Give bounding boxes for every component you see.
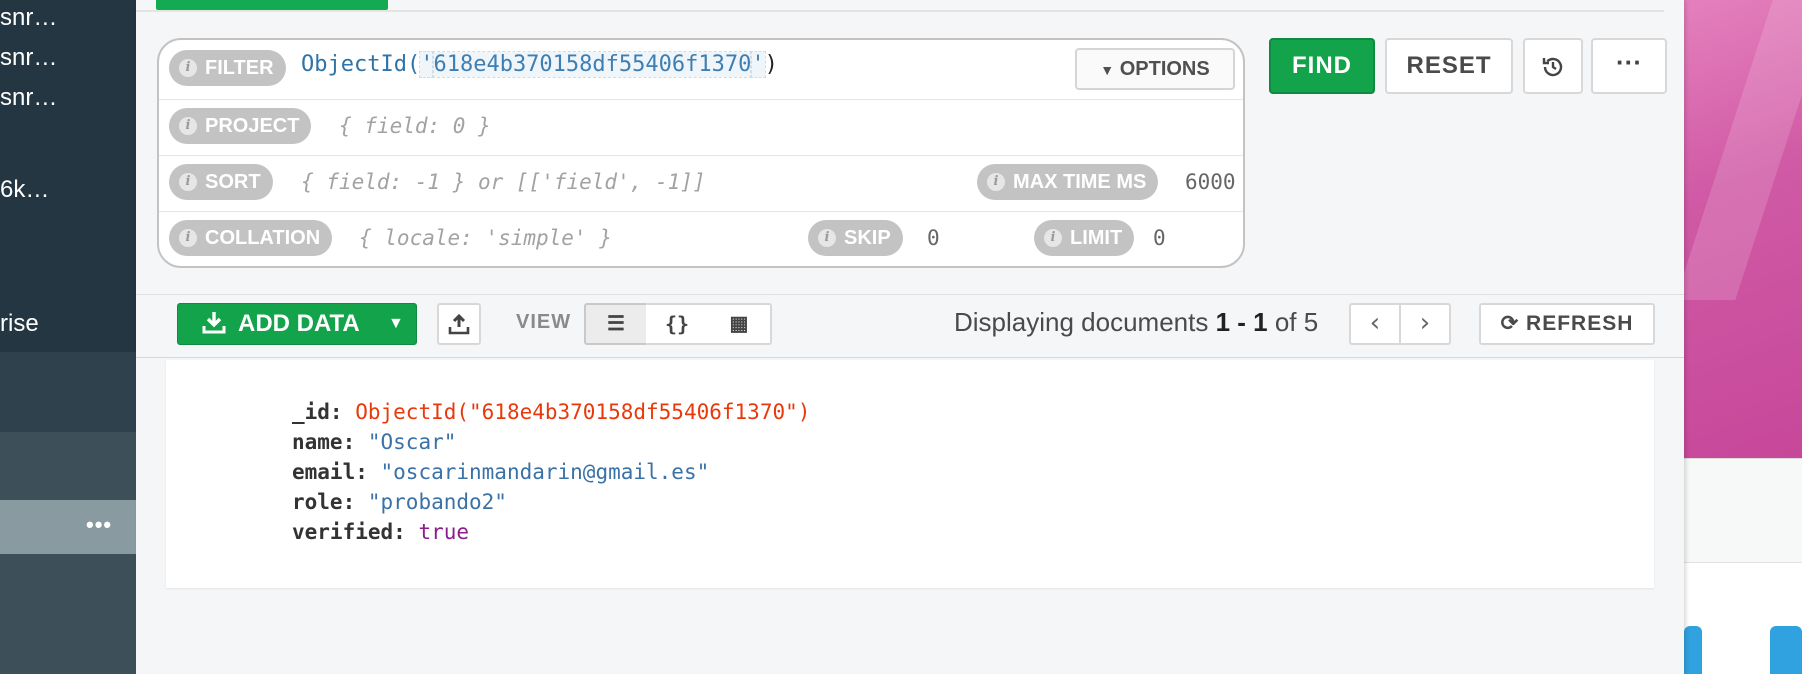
info-icon[interactable]: i [818,229,836,247]
import-button[interactable] [437,303,481,345]
background-tab [1770,626,1802,674]
chevron-right-icon: › [1419,308,1431,338]
filter-label: i FILTER [169,50,286,86]
table-icon: ▦ [729,313,749,335]
project-row: i PROJECT { field: 0 } [159,100,1243,156]
braces-icon: {} [664,312,690,336]
sidebar-item[interactable]: 6k… [0,176,49,204]
filter-input[interactable]: ObjectId('618e4b370158df55406f1370') [301,51,778,78]
json-view-button[interactable]: {} [646,303,710,345]
skip-input[interactable]: 0 [927,226,940,250]
sidebar-item[interactable]: rise [0,310,39,338]
sidebar-item[interactable]: snr… [0,4,57,32]
pagination-status: Displaying documents 1 - 1 of 5 [954,307,1319,337]
background-tab [1684,626,1702,674]
info-icon[interactable]: i [179,229,197,247]
sort-row: i SORT { field: -1 } or [['field', -1]] … [159,156,1243,212]
download-icon [202,304,226,349]
table-view-button[interactable]: ▦ [708,303,772,345]
list-icon: ☰ [607,313,625,335]
max-time-ms-label: i MAX TIME MS [977,164,1159,200]
active-tab-indicator [156,0,388,10]
query-bar: i FILTER ObjectId('618e4b370158df55406f1… [157,38,1245,268]
add-data-button[interactable]: ADD DATA ▼ [177,303,417,345]
document-field: _id: ObjectId("618e4b370158df55406f1370"… [292,400,811,424]
reset-button[interactable]: RESET [1385,38,1513,94]
options-button[interactable]: ▼ OPTIONS [1075,48,1235,90]
sidebar-section [0,352,136,432]
info-icon[interactable]: i [1044,229,1062,247]
collation-label: i COLLATION [169,220,333,256]
info-icon[interactable]: i [179,173,197,191]
upload-icon [448,313,470,335]
sidebar-item[interactable]: snr… [0,84,57,112]
document-field: verified: true [292,520,470,544]
background-panel [1684,458,1802,562]
limit-label: i LIMIT [1034,220,1135,256]
skip-label: i SKIP [808,220,903,256]
project-input[interactable]: { field: 0 } [339,114,491,138]
document-field: email: "oscarinmandarin@gmail.es" [292,460,710,484]
info-icon[interactable]: i [987,173,1005,191]
previous-page-button[interactable]: ‹ [1349,303,1401,345]
next-page-button[interactable]: › [1399,303,1451,345]
sidebar-item[interactable]: snr… [0,44,57,72]
info-icon[interactable]: i [179,117,197,135]
document-field: name: "Oscar" [292,430,457,454]
collation-row: i COLLATION { locale: 'simple' } i SKIP … [159,212,1243,266]
project-label: i PROJECT [169,108,312,144]
collation-input[interactable]: { locale: 'simple' } [359,226,612,250]
filter-row: i FILTER ObjectId('618e4b370158df55406f1… [159,40,1243,100]
sort-input[interactable]: { field: -1 } or [['field', -1]] [301,170,706,194]
caret-down-icon: ▼ [388,315,404,332]
sidebar-item-selected[interactable] [0,500,136,554]
view-label: VIEW [516,311,572,333]
background-window [1684,0,1802,674]
document-field: role: "probando2" [292,490,507,514]
document-card[interactable]: _id: ObjectId("618e4b370158df55406f1370"… [166,360,1654,588]
history-icon [1542,57,1563,77]
more-options-button[interactable]: ··· [1591,38,1667,94]
limit-input[interactable]: 0 [1153,226,1166,250]
query-history-button[interactable] [1523,38,1583,94]
refresh-icon: ⟳ [1500,312,1520,335]
sidebar-more-icon[interactable]: ••• [86,512,112,538]
info-icon[interactable]: i [179,59,197,77]
sidebar: snr… snr… snr… 6k… rise ••• [0,0,136,674]
documents-view: i FILTER ObjectId('618e4b370158df55406f1… [136,0,1684,674]
refresh-button[interactable]: ⟳ REFRESH [1479,303,1655,345]
caret-down-icon: ▼ [1100,62,1115,78]
max-time-ms-input[interactable]: 6000 [1185,170,1241,194]
find-button[interactable]: FIND [1269,38,1375,94]
divider [136,10,1664,12]
sort-label: i SORT [169,164,273,200]
list-view-button[interactable]: ☰ [584,303,648,345]
documents-toolbar: ADD DATA ▼ VIEW ☰ {} ▦ Displaying docume… [136,294,1684,358]
chevron-left-icon: ‹ [1369,308,1381,338]
